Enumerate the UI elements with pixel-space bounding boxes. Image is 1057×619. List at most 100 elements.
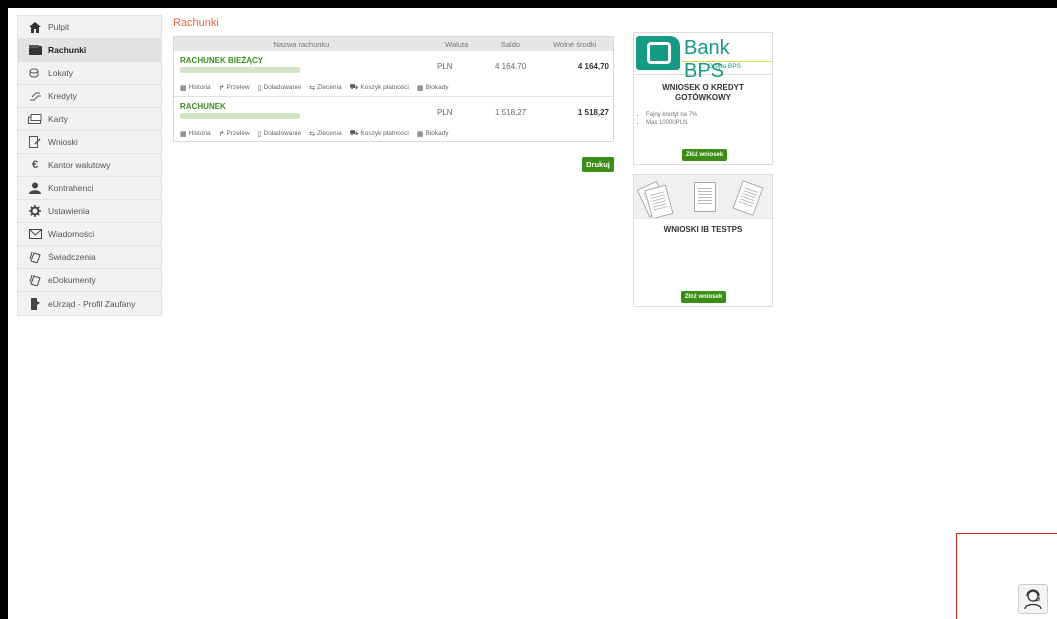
list-item: Fajny kredyt na 7% (646, 111, 772, 119)
page-title: Rachunki (173, 17, 219, 29)
blocks-label: Blokady (425, 84, 449, 91)
account-balance: 4 164,70 (495, 62, 527, 71)
history-link[interactable]: ▦ Historia (180, 83, 211, 92)
transfer-icon: ↱ (218, 130, 225, 138)
sidebar-item-swiadczenia[interactable]: Świadczenia (18, 246, 161, 269)
apply-button[interactable]: Złóż wniosek (682, 149, 727, 161)
bank-name: Bank BPS (684, 37, 730, 82)
document-icon (732, 180, 764, 216)
history-label: Historia (188, 84, 211, 91)
document-icon (694, 182, 716, 212)
accounts-table: Nazwa rachunku Waluta Saldo Wolne środki… (173, 36, 614, 142)
card-icon (27, 113, 43, 125)
sidebar-item-wiadomosci[interactable]: Wiadomości (18, 223, 161, 246)
euro-icon: € (31, 159, 39, 171)
history-link[interactable]: ▦ Historia (180, 129, 211, 138)
table-row: RACHUNEK PLN 1 518,27 1 518,27 ▦ Historia… (174, 97, 613, 141)
block-icon: ▦ (416, 130, 424, 138)
applications-card: WNIOSKI IB TESTPS Złóż wniosek (633, 174, 773, 307)
column-header-balance: Saldo (500, 39, 521, 49)
basket-link[interactable]: ⛟ Koszyk płatności (350, 129, 409, 138)
account-balance: 1 518,27 (495, 108, 527, 117)
form-icon (27, 136, 43, 148)
sidebar-item-label: Wiadomości (48, 229, 95, 239)
sidebar-item-kantor[interactable]: € Kantor walutowy (18, 154, 161, 177)
sidebar-item-label: eDokumenty (48, 275, 96, 285)
cart-icon: ⛟ (349, 84, 359, 91)
account-name-link[interactable]: RACHUNEK BIEŻĄCY (180, 56, 263, 65)
sidebar-item-label: Pulpit (48, 22, 70, 32)
card-title: WNIOSEK O KREDYT GOTÓWKOWY (634, 83, 772, 103)
column-header-available: Wolne środki (553, 39, 597, 49)
calendar-icon: ▦ (180, 130, 187, 138)
basket-label: Koszyk płatności (360, 130, 409, 137)
blocks-link[interactable]: ▦ Blokady (417, 83, 449, 92)
cart-icon: ⛟ (349, 130, 359, 137)
topup-link[interactable]: ▯ Doładowanie (258, 129, 301, 138)
eoffice-icon (27, 297, 43, 310)
sidebar-item-eurzad[interactable]: eUrząd - Profil Zaufany (18, 292, 161, 315)
topup-label: Doładowanie (263, 130, 302, 137)
topup-link[interactable]: ▯ Doładowanie (258, 83, 301, 92)
documents-illustration (634, 175, 772, 219)
sidebar-item-karty[interactable]: Karty (18, 108, 161, 131)
envelope-icon (27, 228, 43, 240)
sidebar-item-lokaty[interactable]: Lokaty (18, 62, 161, 85)
home-icon (27, 21, 43, 33)
sidebar-item-label: Ustawienia (48, 206, 90, 216)
card-bullets: Fajny kredyt na 7% Max 10000PLN (634, 111, 772, 127)
account-actions: ▦ Historia ↱ Przelew ▯ Doładowanie ⇆ Zleceni… (180, 83, 449, 92)
sidebar-item-label: Karty (48, 114, 68, 124)
sidebar-item-label: Świadczenia (48, 252, 96, 262)
sidebar-item-label: Kontrahenci (48, 183, 94, 193)
apply-button[interactable]: Złóż wniosek (681, 291, 726, 303)
list-item: Max 10000PLN (646, 119, 772, 127)
transfer-link[interactable]: ↱ Przelew (219, 129, 250, 138)
consultant-icon (1024, 589, 1042, 610)
account-number-blurred (180, 113, 300, 119)
sidebar-item-label: eUrząd - Profil Zaufany (48, 298, 136, 309)
table-header: Nazwa rachunku Waluta Saldo Wolne środki (174, 37, 613, 51)
loan-promo-card: Bank BPS Grupa BPS WNIOSEK O KREDYT GOTÓ… (633, 32, 773, 165)
blocks-link[interactable]: ▦ Blokady (417, 129, 449, 138)
sidebar-item-kontrahenci[interactable]: Kontrahenci (18, 177, 161, 200)
calendar-icon: ▦ (180, 84, 187, 92)
sidebar-item-wnioski[interactable]: Wnioski (18, 131, 161, 154)
phone-icon: ▯ (257, 84, 262, 92)
phone-icon: ▯ (257, 130, 262, 138)
card-title-line2: GOTÓWKOWY (675, 93, 731, 102)
transfer-link[interactable]: ↱ Przelew (219, 83, 250, 92)
gear-icon (27, 205, 43, 217)
sidebar-item-rachunki[interactable]: Rachunki (18, 39, 161, 62)
loan-icon (27, 90, 43, 102)
sidebar-item-ustawienia[interactable]: Ustawienia (18, 200, 161, 223)
help-chat-button[interactable] (1018, 584, 1048, 614)
orders-label: Zlecenia (317, 84, 342, 91)
repeat-icon: ⇆ (309, 84, 315, 92)
sidebar-item-edokumenty[interactable]: eDokumenty (18, 269, 161, 292)
wallet-icon (27, 44, 43, 56)
bank-group: Grupa BPS (708, 63, 741, 70)
coins-icon (27, 67, 43, 79)
sidebar-item-label: Rachunki (48, 45, 87, 55)
bank-logo-icon (636, 36, 680, 70)
card-title: WNIOSKI IB TESTPS (663, 225, 743, 234)
sidebar-item-label: Kantor walutowy (48, 160, 111, 170)
window-frame-left (0, 0, 8, 619)
account-currency: PLN (437, 62, 453, 71)
account-name-link[interactable]: RACHUNEK (180, 102, 226, 111)
sidebar-item-pulpit[interactable]: Pulpit (18, 16, 161, 39)
logo-divider (682, 61, 772, 62)
orders-link[interactable]: ⇆ Zlecenia (309, 83, 341, 92)
sidebar: Pulpit Rachunki Lokaty Kredyty Karty Wni… (17, 15, 162, 316)
orders-label: Zlecenia (317, 130, 342, 137)
basket-label: Koszyk płatności (360, 84, 409, 91)
account-currency: PLN (437, 108, 453, 117)
account-available: 1 518,27 (577, 108, 609, 117)
orders-link[interactable]: ⇆ Zlecenia (309, 129, 341, 138)
print-button[interactable]: Drukuj (582, 157, 614, 172)
sidebar-item-kredyty[interactable]: Kredyty (18, 85, 161, 108)
basket-link[interactable]: ⛟ Koszyk płatności (350, 83, 409, 92)
card-title-line1: WNIOSEK O KREDYT (662, 83, 744, 92)
bank-logo: Bank BPS Grupa BPS (634, 33, 772, 82)
